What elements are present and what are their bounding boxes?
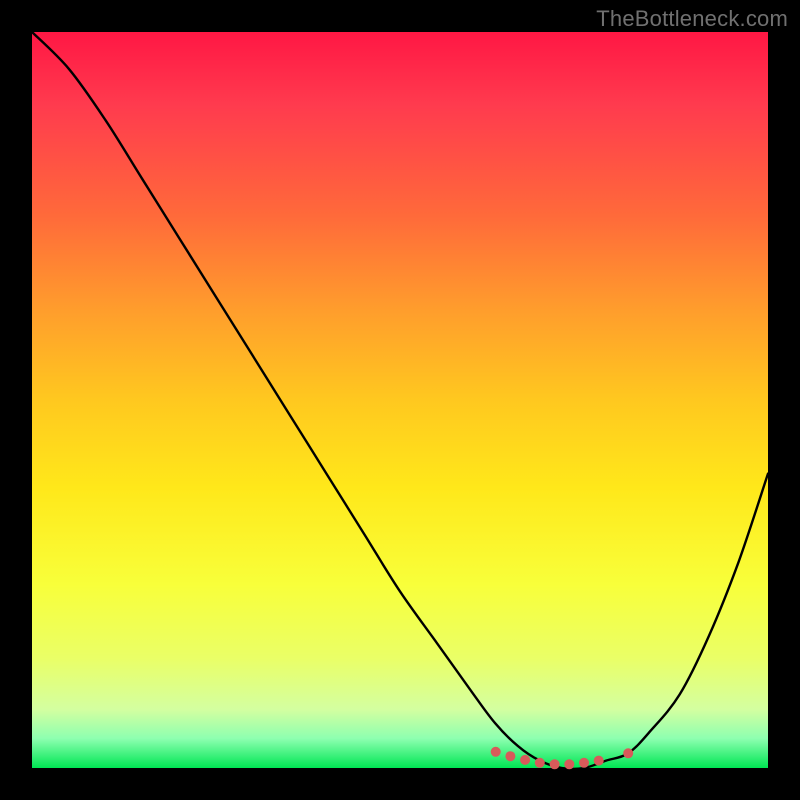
trough-dot	[535, 758, 545, 768]
trough-dot	[491, 747, 501, 757]
trough-dot	[594, 756, 604, 766]
watermark-text: TheBottleneck.com	[596, 6, 788, 32]
chart-frame: TheBottleneck.com	[0, 0, 800, 800]
trough-dot	[550, 759, 560, 769]
trough-dot	[564, 759, 574, 769]
bottleneck-curve	[32, 32, 768, 769]
trough-dot	[520, 755, 530, 765]
trough-dot	[505, 751, 515, 761]
gradient-plot-area	[32, 32, 768, 768]
trough-dot	[579, 758, 589, 768]
trough-dot	[623, 748, 633, 758]
curve-layer	[32, 32, 768, 768]
